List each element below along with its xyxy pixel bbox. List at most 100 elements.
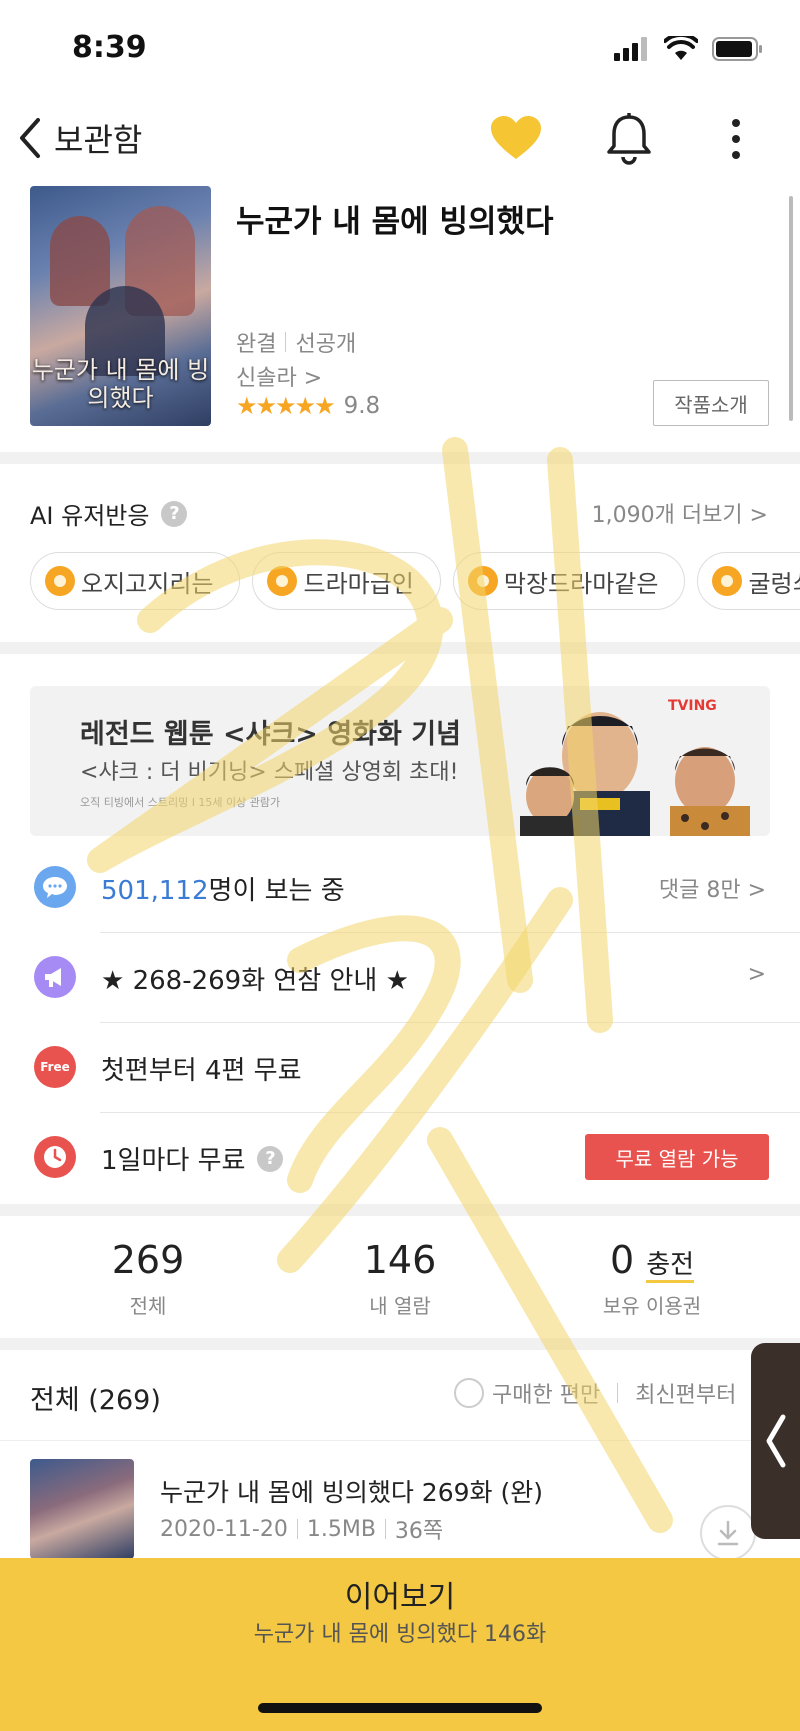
stat-total-number: 269: [111, 1238, 185, 1282]
daily-free-text: 1일마다 무료 ?: [101, 1140, 284, 1177]
author-link[interactable]: 신솔라 >: [236, 360, 322, 392]
free-episodes-row: Free 첫편부터 4편 무료: [0, 1022, 800, 1112]
back-label: 보관함: [54, 121, 143, 159]
back-button[interactable]: 보관함: [16, 115, 142, 161]
episode-filters: 구매한 편만 최신편부터: [454, 1377, 736, 1409]
row-divider: [100, 1022, 800, 1023]
download-icon[interactable]: [700, 1505, 756, 1561]
rating-stars: ★★★★★: [236, 392, 336, 420]
cover-title-text: 누군가 내 몸에 빙의했다: [31, 356, 210, 412]
section-divider: [0, 1204, 800, 1216]
viewers-row[interactable]: 501,112명이 보는 중 댓글 8만 >: [0, 842, 800, 932]
comments-link[interactable]: 댓글 8만 >: [659, 872, 766, 904]
work-access: 선공개: [295, 332, 357, 357]
chat-bubble-icon: [34, 866, 76, 908]
coin-icon: [45, 566, 75, 596]
episode-meta: 2020-11-20 1.5MB 36쪽: [160, 1513, 443, 1545]
reaction-chip[interactable]: 오지고지리는: [30, 552, 241, 610]
episode-date: 2020-11-20: [160, 1516, 288, 1542]
scrollbar[interactable]: [789, 196, 793, 421]
work-intro-button[interactable]: 작품소개: [653, 380, 769, 426]
more-options-icon[interactable]: [728, 119, 744, 159]
promo-banner[interactable]: 레전드 웹툰 <샤크> 영화화 기념 <샤크 : 더 비기닝> 스페셜 상영회 …: [30, 686, 770, 836]
episode-item[interactable]: 누군가 내 몸에 빙의했다 269화 (완) 2020-11-20 1.5MB …: [0, 1440, 800, 1561]
reaction-chip[interactable]: 드라마급인: [252, 552, 441, 610]
episode-title: 누군가 내 몸에 빙의했다 269화 (완): [160, 1478, 543, 1507]
help-icon[interactable]: ?: [257, 1145, 284, 1172]
purchased-only-radio[interactable]: [454, 1378, 484, 1408]
free-badge-icon: Free: [34, 1046, 76, 1088]
continue-title: 이어보기: [344, 1580, 456, 1615]
status-time: 8:39: [72, 30, 147, 65]
reaction-chip[interactable]: 굴렁쇠: [697, 552, 800, 610]
notice-arrow-icon: >: [747, 962, 766, 987]
row-divider: [100, 1112, 800, 1113]
cover-image: 누군가 내 몸에 빙의했다: [30, 186, 211, 426]
stat-read-label: 내 열람: [369, 1294, 431, 1318]
separator: [384, 1519, 386, 1539]
notice-row[interactable]: ★ 268-269화 연참 안내 ★ >: [0, 932, 800, 1022]
help-icon[interactable]: ?: [161, 500, 188, 527]
section-divider: [0, 1338, 800, 1350]
episode-pages: 36쪽: [394, 1519, 444, 1544]
chevron-left-icon: [20, 118, 40, 158]
banner-brand-logo: TVING: [668, 698, 717, 714]
free-view-button[interactable]: 무료 열람 가능: [585, 1134, 769, 1180]
notice-text: ★ 268-269화 연참 안내 ★: [101, 966, 409, 996]
stat-tickets: 0 충전 보유 이용권: [552, 1238, 752, 1319]
bell-icon[interactable]: [606, 113, 652, 165]
home-indicator[interactable]: [258, 1703, 542, 1713]
chip-label: 오지고지리는: [81, 569, 214, 598]
coin-icon: [712, 566, 743, 596]
clock-icon: [34, 1136, 76, 1178]
ai-reactions-label: AI 유저반응: [30, 502, 150, 530]
episode-list-header: 전체 (269): [30, 1385, 161, 1416]
section-divider: [0, 452, 800, 464]
top-nav: 보관함: [0, 105, 800, 175]
battery-icon: [712, 37, 762, 61]
reaction-chip[interactable]: 막장드라마같은: [452, 552, 686, 610]
megaphone-icon: [34, 956, 76, 998]
viewers-suffix: 명이 보는 중: [208, 876, 345, 906]
separator: [296, 1519, 298, 1539]
work-meta: 완결 선공개: [236, 326, 356, 358]
continue-subtitle: 누군가 내 몸에 빙의했다 146화: [253, 1622, 547, 1647]
episode-thumbnail: [30, 1459, 134, 1559]
rating: ★★★★★ 9.8: [236, 392, 380, 420]
purchased-only-label[interactable]: 구매한 편만: [492, 1377, 600, 1409]
side-drawer-handle[interactable]: [751, 1343, 800, 1539]
separator: [617, 1383, 619, 1403]
banner-illustration: [520, 712, 750, 836]
sort-latest-button[interactable]: 최신편부터: [635, 1377, 736, 1409]
status-icons: [614, 36, 764, 62]
stat-tickets-number: 0 충전: [552, 1238, 752, 1283]
ai-reactions-more-link[interactable]: 1,090개 더보기 >: [592, 497, 768, 529]
signal-icon: [614, 37, 647, 61]
continue-reading-button[interactable]: 이어보기 누군가 내 몸에 빙의했다 146화: [0, 1558, 800, 1731]
section-divider: [0, 642, 800, 654]
chip-label: 막장드라마같은: [503, 569, 659, 598]
daily-free-label: 1일마다 무료: [101, 1146, 246, 1176]
heart-icon[interactable]: [490, 115, 542, 161]
row-divider: [100, 932, 800, 933]
work-status: 완결: [236, 332, 277, 357]
coin-icon: [467, 566, 498, 596]
stat-tickets-label: 보유 이용권: [602, 1294, 702, 1318]
chevron-left-icon: [766, 1414, 786, 1468]
status-bar: 8:39: [0, 0, 800, 100]
viewers-count: 501,112: [101, 876, 209, 906]
episode-size: 1.5MB: [306, 1516, 376, 1542]
chip-label: 굴렁쇠: [748, 569, 800, 598]
charge-link[interactable]: 충전: [646, 1250, 695, 1283]
viewers-text: 501,112명이 보는 중: [101, 870, 345, 907]
separator: [285, 332, 287, 352]
ticket-count: 0: [609, 1238, 635, 1282]
free-episodes-text: 첫편부터 4편 무료: [101, 1056, 302, 1086]
ai-reactions-title: AI 유저반응 ?: [30, 496, 188, 531]
rating-value: 9.8: [343, 393, 381, 419]
reaction-chips: 오지고지리는 드라마급인 막장드라마같은 굴렁쇠: [30, 552, 800, 610]
chip-label: 드라마급인: [303, 569, 414, 598]
banner-title: 레전드 웹툰 <샤크> 영화화 기념: [80, 719, 461, 750]
banner-subtitle: <샤크 : 더 비기닝> 스페셜 상영회 초대!: [80, 760, 459, 785]
stat-total: 269 전체: [48, 1238, 248, 1319]
